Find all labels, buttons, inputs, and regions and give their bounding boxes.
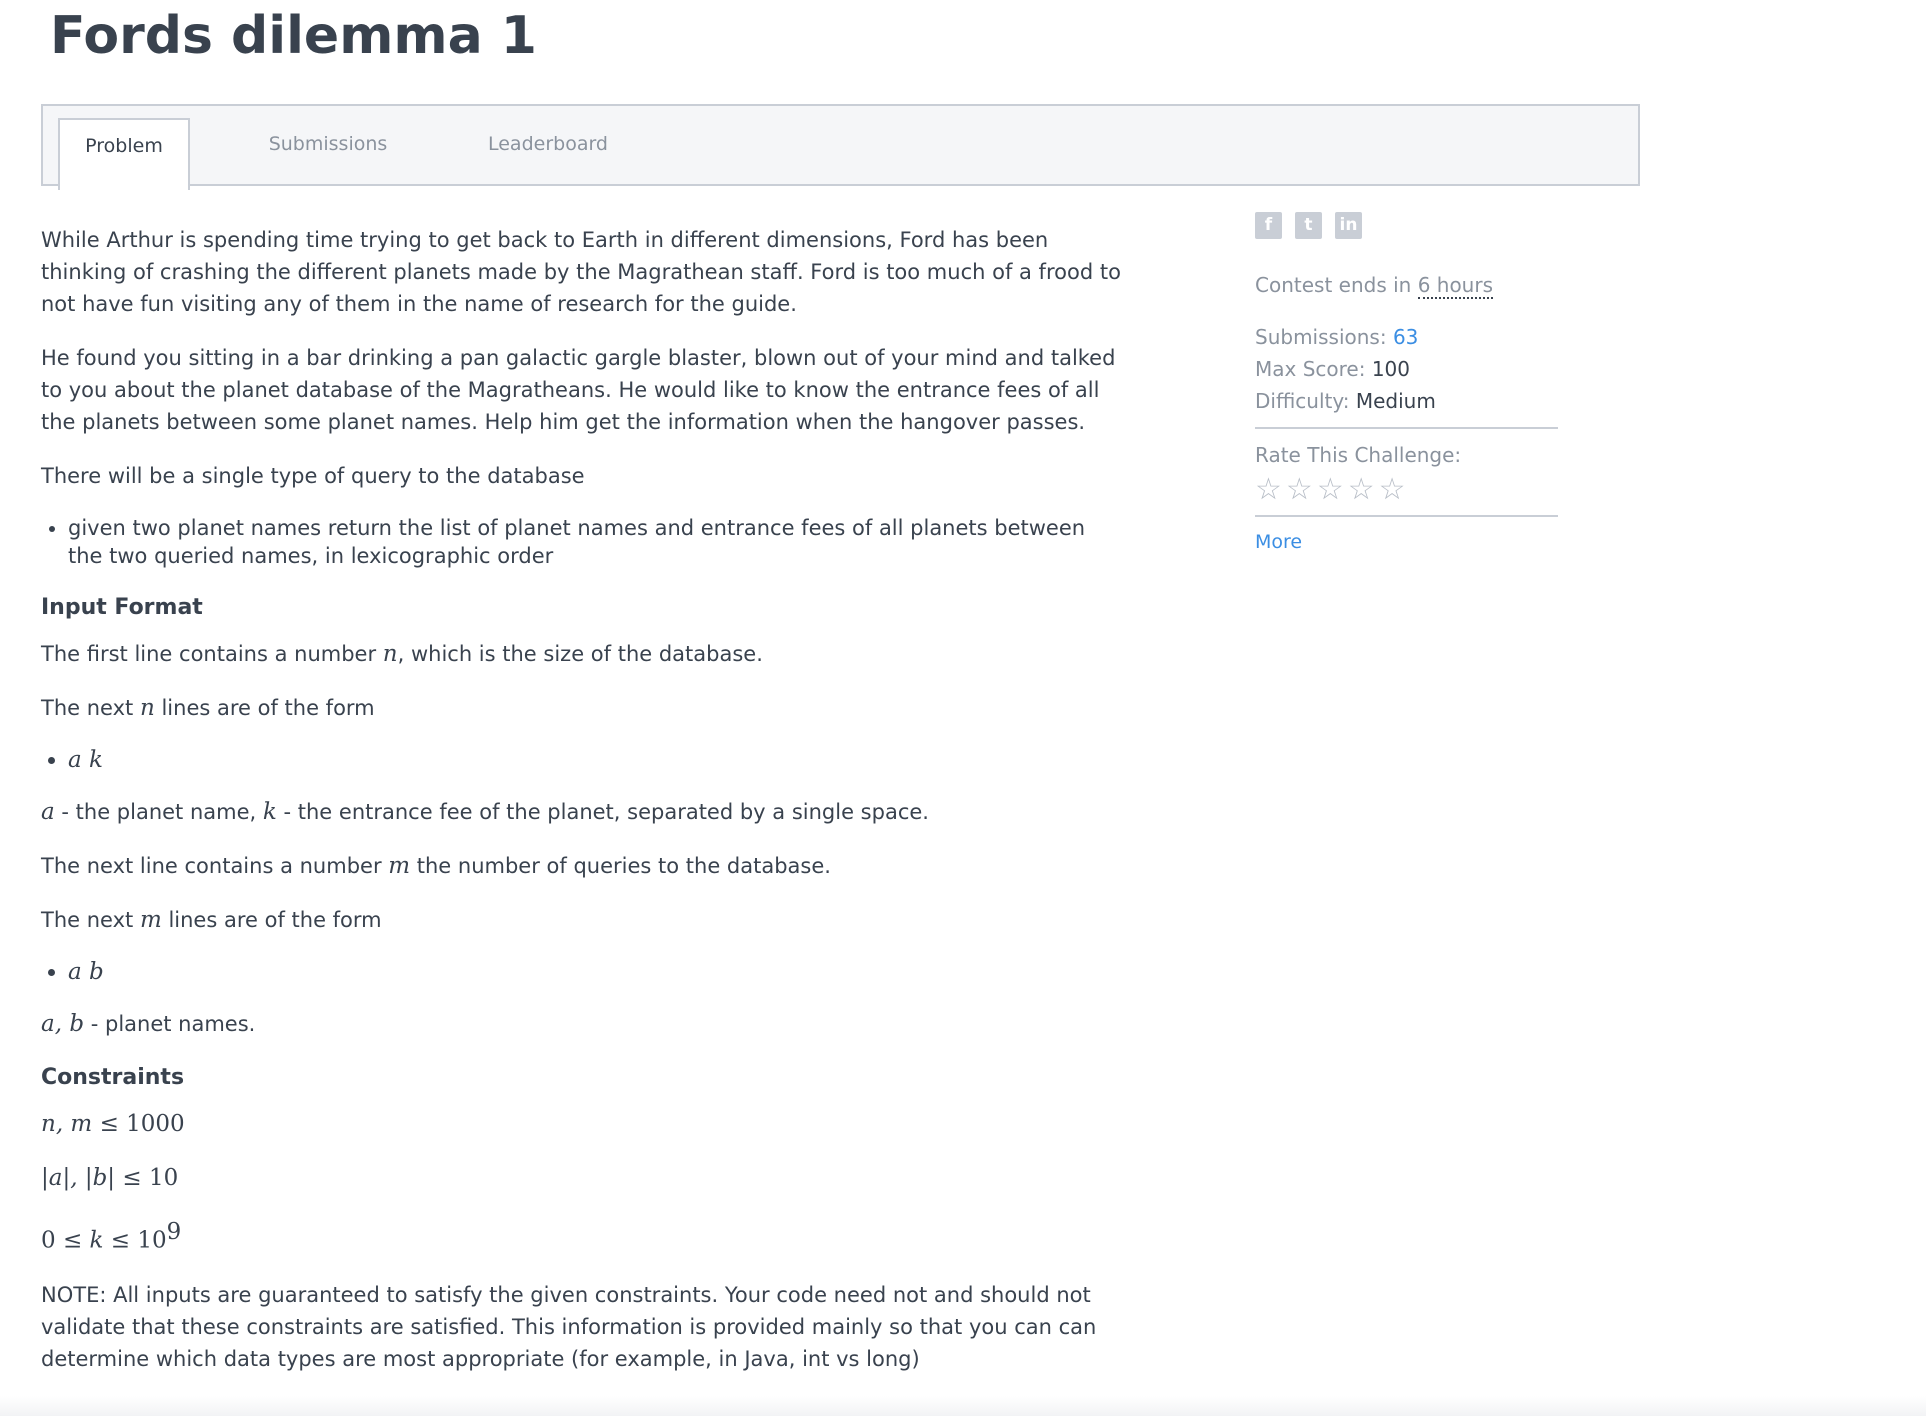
list-item: a b bbox=[68, 958, 1121, 986]
constraints-heading: Constraints bbox=[41, 1065, 185, 1090]
page-title: Fords dilemma 1 bbox=[50, 6, 537, 66]
math-var: a bbox=[41, 799, 55, 825]
form-list: a b bbox=[41, 958, 1121, 986]
divider bbox=[1255, 515, 1558, 517]
max-score-stat: Max Score: 100 bbox=[1255, 357, 1411, 381]
tab-leaderboard[interactable]: Leaderboard bbox=[463, 118, 633, 188]
constraint-line: n, m ≤ 1000 bbox=[41, 1111, 185, 1137]
math-var: m bbox=[388, 853, 411, 879]
submissions-stat: Submissions: 63 bbox=[1255, 325, 1419, 349]
star-icon[interactable]: ☆ bbox=[1255, 472, 1286, 507]
social-share: f t in bbox=[1255, 212, 1558, 239]
sidebar: f t in Contest ends in 6 hours Submissio… bbox=[1255, 212, 1558, 553]
tab-submissions[interactable]: Submissions bbox=[248, 118, 408, 188]
list-item: given two planet names return the list o… bbox=[68, 514, 1121, 570]
input-line: The next n lines are of the form bbox=[41, 695, 375, 721]
star-icon[interactable]: ☆ bbox=[1348, 472, 1379, 507]
query-list: given two planet names return the list o… bbox=[41, 514, 1121, 570]
facebook-icon[interactable]: f bbox=[1255, 212, 1282, 239]
constraint-line: |a|, |b| ≤ 10 bbox=[41, 1165, 179, 1191]
contest-time-value: 6 hours bbox=[1417, 273, 1493, 299]
bottom-shade bbox=[0, 1396, 1926, 1416]
rate-label: Rate This Challenge: bbox=[1255, 443, 1462, 467]
input-line: The first line contains a number n, whic… bbox=[41, 641, 763, 667]
input-line: a, b - planet names. bbox=[41, 1011, 256, 1037]
more-link[interactable]: More bbox=[1255, 531, 1558, 553]
tab-bar: Problem Submissions Leaderboard bbox=[41, 104, 1640, 190]
math-var: k bbox=[262, 799, 277, 825]
intro-paragraph: While Arthur is spending time trying to … bbox=[41, 228, 1121, 316]
linkedin-icon[interactable]: in bbox=[1335, 212, 1362, 239]
input-line: The next m lines are of the form bbox=[41, 907, 382, 933]
intro-paragraph: There will be a single type of query to … bbox=[41, 464, 585, 488]
math-var: m bbox=[139, 907, 162, 933]
input-line: a - the planet name, k - the entrance fe… bbox=[41, 799, 929, 825]
math-var: n bbox=[382, 641, 398, 667]
constraint-line: 0 ≤ k ≤ 109 bbox=[41, 1219, 182, 1254]
twitter-icon[interactable]: t bbox=[1295, 212, 1322, 239]
submissions-link[interactable]: 63 bbox=[1393, 325, 1418, 349]
divider bbox=[1255, 427, 1558, 429]
difficulty-stat: Difficulty: Medium bbox=[1255, 389, 1436, 413]
rating-stars: ☆☆☆☆☆ bbox=[1255, 475, 1558, 505]
input-line: The next line contains a number m the nu… bbox=[41, 853, 831, 879]
note-paragraph: NOTE: All inputs are guaranteed to satis… bbox=[41, 1282, 1097, 1371]
star-icon[interactable]: ☆ bbox=[1379, 472, 1410, 507]
list-item: a k bbox=[68, 746, 1121, 774]
tab-problem[interactable]: Problem bbox=[58, 118, 190, 190]
input-format-heading: Input Format bbox=[41, 595, 203, 620]
contest-timer: Contest ends in 6 hours bbox=[1255, 273, 1493, 299]
math-var: a, b bbox=[41, 1011, 85, 1037]
star-icon[interactable]: ☆ bbox=[1286, 472, 1317, 507]
intro-paragraph: He found you sitting in a bar drinking a… bbox=[41, 346, 1116, 434]
problem-statement: While Arthur is spending time trying to … bbox=[41, 224, 1121, 1397]
math-var: n bbox=[139, 695, 155, 721]
form-list: a k bbox=[41, 746, 1121, 774]
star-icon[interactable]: ☆ bbox=[1317, 472, 1348, 507]
